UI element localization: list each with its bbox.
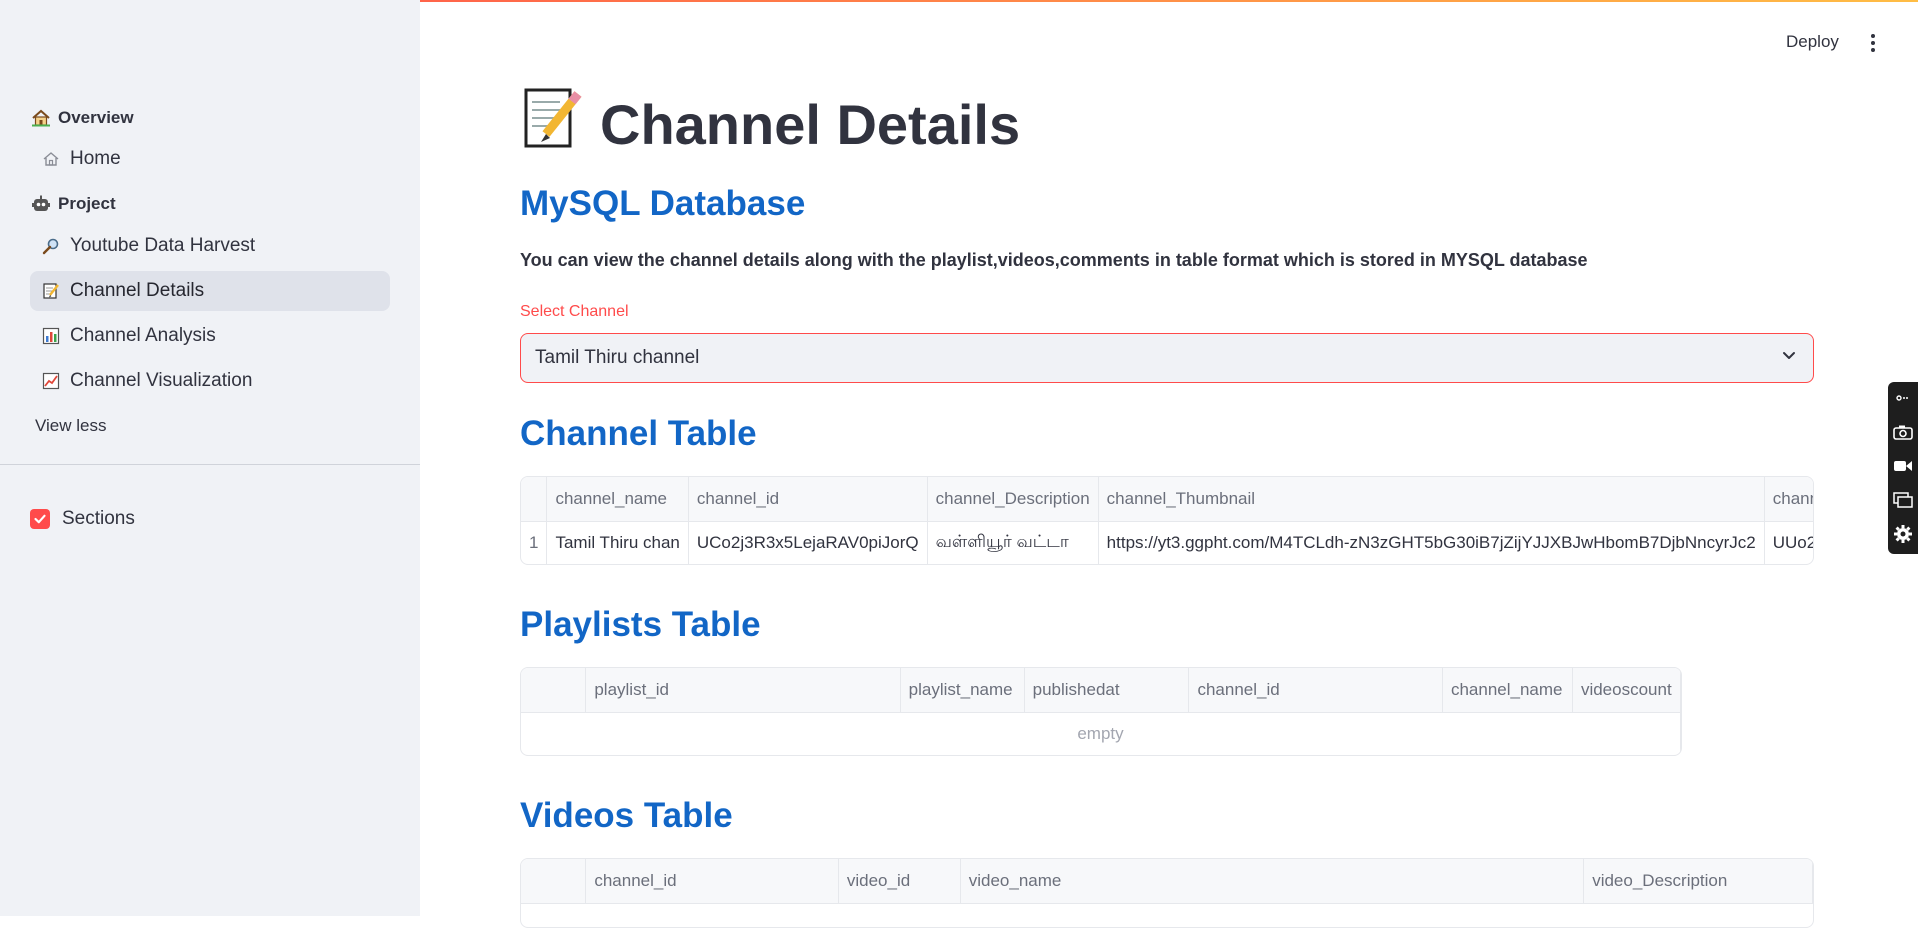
memo-icon (40, 280, 62, 302)
section-heading-mysql: MySQL Database (520, 184, 806, 223)
chevron-down-icon (1781, 347, 1797, 369)
line-chart-icon (40, 370, 62, 392)
memo-icon (520, 86, 584, 163)
sidebar-item-label: Channel Visualization (70, 370, 253, 391)
checkbox-checked-icon[interactable] (30, 509, 50, 529)
column-header[interactable]: channel_Thumbnail (1098, 477, 1765, 522)
playlists-table[interactable]: playlist_id playlist_name publishedat ch… (520, 667, 1682, 756)
page-title: Channel Details (520, 86, 1020, 163)
checkbox-label: Sections (62, 508, 135, 529)
column-header (521, 668, 587, 713)
sidebar-item-youtube-data-harvest[interactable]: Youtube Data Harvest (30, 226, 390, 266)
sidebar-item-channel-visualization[interactable]: Channel Visualization (30, 361, 390, 401)
select-channel-label: Select Channel (520, 303, 629, 320)
sidebar-group-project: Project (30, 193, 116, 215)
sections-checkbox[interactable]: Sections (30, 508, 135, 530)
house-outline-icon (40, 148, 62, 170)
select-value: Tamil Thiru channel (535, 347, 700, 368)
column-header[interactable]: video_Description (1583, 859, 1813, 904)
table-cell[interactable]: வள்ளியூர் வட்டா (927, 521, 1099, 564)
video-camera-icon[interactable] (1892, 456, 1914, 476)
table-header-row: channel_name channel_id channel_Descript… (521, 477, 1813, 522)
column-header[interactable]: channel_id (1188, 668, 1443, 713)
sidebar-group-label: Project (58, 194, 116, 213)
column-header[interactable]: playlist_name (900, 668, 1025, 713)
column-header[interactable]: playlist_id (585, 668, 901, 713)
sidebar-item-channel-details[interactable]: Channel Details (30, 271, 390, 311)
sidebar-group-label: Overview (58, 108, 134, 127)
table-cell[interactable]: https://yt3.ggpht.com/M4TCLdh-zN3zGHT5bG… (1098, 521, 1765, 564)
sidebar-item-label: Youtube Data Harvest (70, 235, 256, 256)
gear-icon[interactable] (1892, 524, 1914, 544)
section-heading-videos-table: Videos Table (520, 796, 733, 835)
column-header[interactable]: video_id (838, 859, 961, 904)
sidebar-divider (0, 464, 420, 465)
table-row[interactable]: 1 Tamil Thiru chan UCo2j3R3x5LejaRAV0piJ… (521, 521, 1813, 564)
videos-table[interactable]: channel_id video_id video_name video_Des… (520, 858, 1814, 928)
camera-icon[interactable] (1892, 422, 1914, 442)
empty-table-text: empty (521, 712, 1681, 755)
column-header[interactable]: channel_name (546, 477, 689, 522)
capture-toolbar (1888, 382, 1918, 554)
section-heading-channel-table: Channel Table (520, 414, 757, 453)
column-header[interactable]: channel_id (585, 859, 839, 904)
column-header (521, 859, 587, 904)
column-header[interactable]: channel_name (1442, 668, 1573, 713)
description-text: You can view the channel details along w… (520, 250, 1588, 270)
bar-chart-icon (40, 325, 62, 347)
kebab-menu-icon[interactable] (1862, 32, 1884, 54)
sidebar-item-label: Home (70, 148, 121, 169)
sidebar-item-channel-analysis[interactable]: Channel Analysis (30, 316, 390, 356)
sidebar-item-label: Channel Details (70, 280, 205, 301)
deploy-button[interactable]: Deploy (1786, 32, 1839, 52)
window-capture-icon[interactable] (1892, 490, 1914, 510)
select-channel-dropdown[interactable]: Tamil Thiru channel (520, 333, 1814, 383)
column-header[interactable]: chann (1764, 477, 1813, 522)
sidebar-item-label: Channel Analysis (70, 325, 216, 346)
column-header[interactable]: videoscount (1572, 668, 1681, 713)
channel-table[interactable]: channel_name channel_id channel_Descript… (520, 476, 1814, 565)
sidebar-group-overview: Overview (30, 107, 134, 129)
column-header[interactable]: video_name (960, 859, 1585, 904)
table-header-row: channel_id video_id video_name video_Des… (521, 859, 1813, 904)
table-cell[interactable]: UUo2 (1764, 521, 1813, 564)
column-header[interactable]: publishedat (1024, 668, 1190, 713)
column-header[interactable]: channel_id (688, 477, 928, 522)
table-header-row: playlist_id playlist_name publishedat ch… (521, 668, 1681, 713)
sidebar: Overview Home Project Youtube Data Harve… (0, 0, 420, 916)
column-header[interactable]: channel_Description (927, 477, 1099, 522)
column-header (521, 477, 548, 522)
house-icon (30, 107, 52, 129)
section-heading-playlists-table: Playlists Table (520, 605, 761, 644)
table-cell[interactable]: UCo2j3R3x5LejaRAV0piJorQ (688, 521, 928, 564)
magnifier-icon (40, 235, 62, 257)
row-index: 1 (521, 521, 548, 564)
table-cell[interactable]: Tamil Thiru chan (546, 521, 689, 564)
robot-icon (30, 193, 52, 215)
sidebar-item-home[interactable]: Home (30, 139, 390, 179)
link-icon[interactable] (1892, 388, 1914, 408)
view-less-link[interactable]: View less (35, 416, 107, 436)
page-title-text: Channel Details (600, 93, 1021, 156)
